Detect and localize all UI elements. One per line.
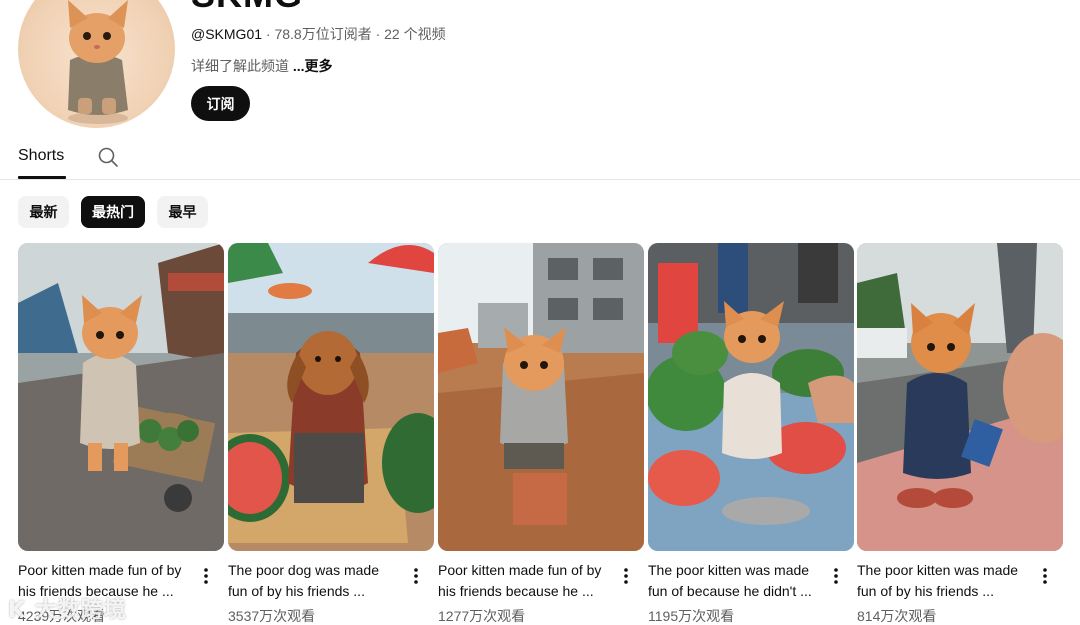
short-card[interactable]: Poor kitten made fun of by his friends b… [438,243,644,624]
more-actions-icon[interactable] [828,565,844,587]
chip-popular[interactable]: 最热门 [81,196,145,228]
short-title[interactable]: Poor kitten made fun of by his friends b… [438,560,610,602]
short-title-line: The poor kitten was made [648,562,810,578]
short-thumbnail[interactable] [18,243,224,551]
about-text: 详细了解此频道 [191,58,293,74]
more-actions-icon[interactable] [1037,565,1053,587]
short-thumbnail[interactable] [857,243,1063,551]
short-title-line: The poor dog was made [228,562,379,578]
channel-name: SKMG [191,0,303,12]
short-card[interactable]: Poor kitten made fun of by his friends b… [18,243,224,624]
short-card[interactable]: The poor kitten was made fun of by his f… [857,243,1063,624]
tabs-divider [0,179,1080,180]
watermark: K 大数跨境 [8,598,127,623]
short-title-line: The poor kitten was made [857,562,1019,578]
chip-newest[interactable]: 最新 [18,196,69,228]
short-title-line: fun of by his friends ... [857,583,994,599]
channel-meta: @SKMG01 · 78.8万位订阅者 · 22 个视频 [191,24,446,44]
about-more-link[interactable]: ...更多 [293,58,333,74]
short-view-count: 1195万次观看 [648,608,735,624]
channel-avatar[interactable] [18,0,175,128]
channel-handle: @SKMG01 [191,26,263,42]
short-thumbnail[interactable] [228,243,434,551]
tab-shorts[interactable]: Shorts [18,147,64,165]
short-thumbnail[interactable] [648,243,854,551]
short-view-count: 1277万次观看 [438,608,526,624]
more-actions-icon[interactable] [198,565,214,587]
short-title[interactable]: The poor dog was made fun of by his frie… [228,560,400,602]
short-title-line: Poor kitten made fun of by [438,562,602,578]
chip-oldest[interactable]: 最早 [157,196,208,228]
channel-about[interactable]: 详细了解此频道 ...更多 [191,56,333,76]
short-title-line: Poor kitten made fun of by [18,562,182,578]
short-thumbnail[interactable] [438,243,644,551]
short-title[interactable]: The poor kitten was made fun of by his f… [857,560,1029,602]
short-view-count: 814万次观看 [857,608,937,624]
subscribe-button[interactable]: 订阅 [191,86,250,121]
search-icon[interactable] [97,146,119,168]
short-card[interactable]: The poor kitten was made fun of because … [648,243,854,624]
more-actions-icon[interactable] [618,565,634,587]
short-card[interactable]: The poor dog was made fun of by his frie… [228,243,434,624]
kitten-avatar-image [68,0,128,124]
short-title-line: fun of because he didn't ... [648,583,812,599]
more-actions-icon[interactable] [408,565,424,587]
short-title-line: his friends because he ... [438,583,594,599]
short-title[interactable]: The poor kitten was made fun of because … [648,560,820,602]
channel-stats: · 78.8万位订阅者 · 22 个视频 [262,26,446,42]
short-view-count: 3537万次观看 [228,608,316,624]
short-title-line: fun of by his friends ... [228,583,365,599]
